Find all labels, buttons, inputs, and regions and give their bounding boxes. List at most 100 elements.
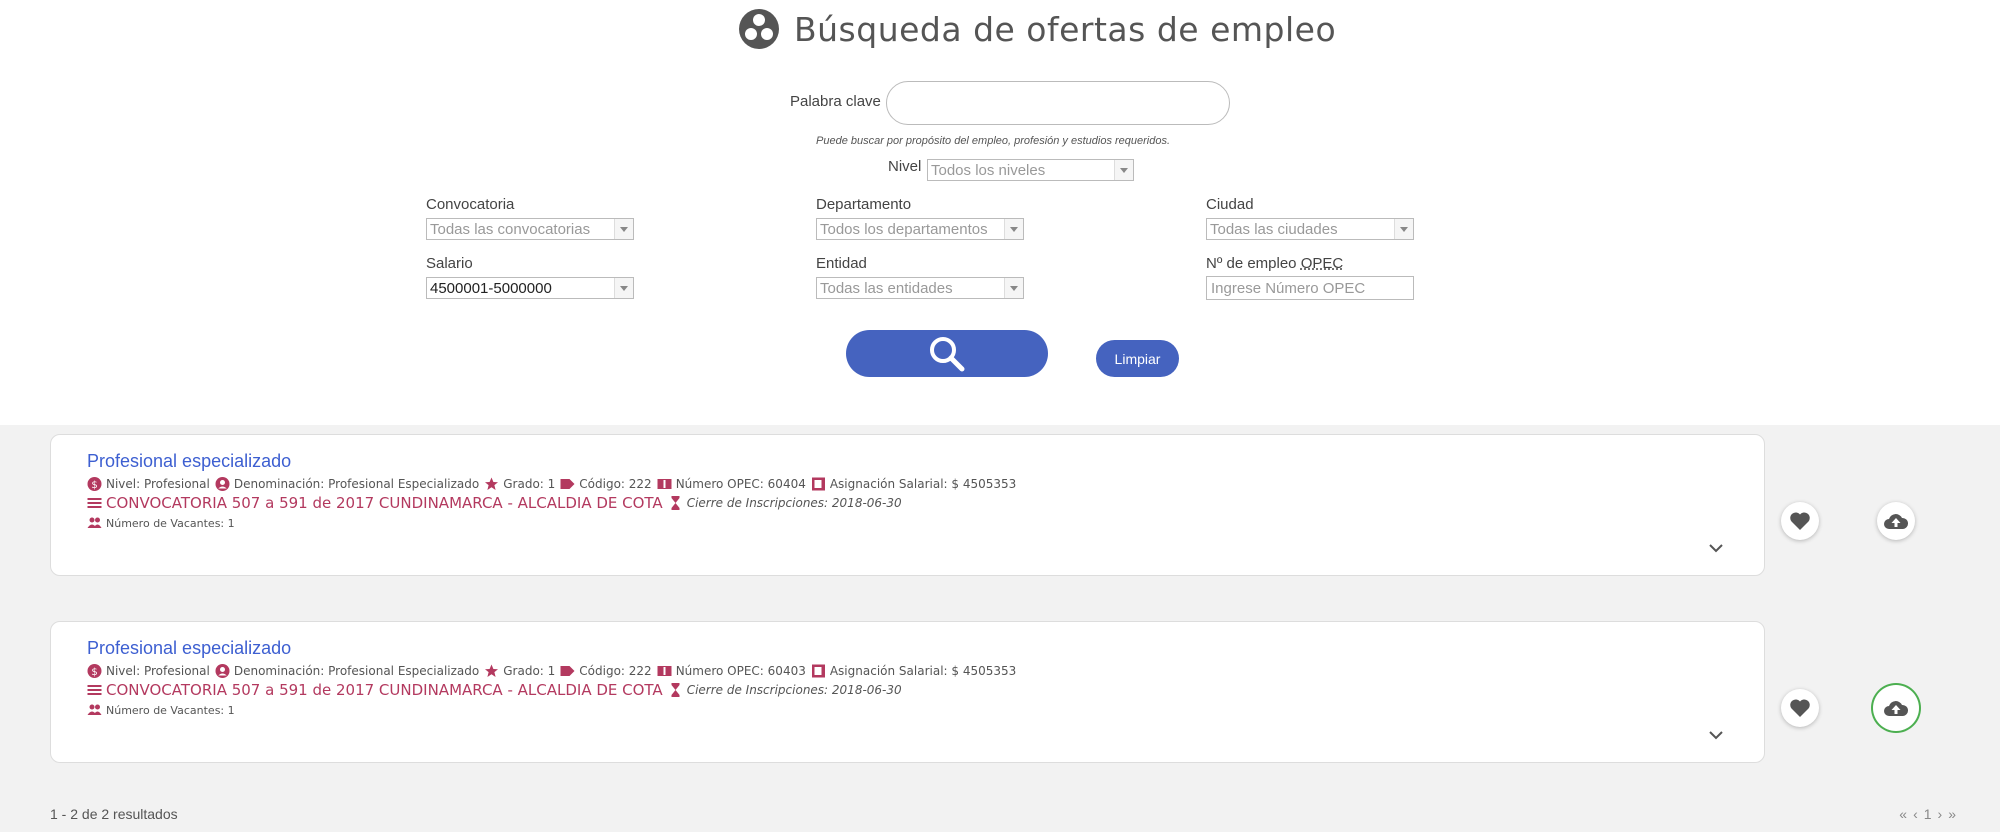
page-header: Búsqueda de ofertas de empleo	[0, 0, 2000, 60]
chevron-down-icon	[1394, 219, 1413, 239]
ciudad-select[interactable]: Todas las ciudades	[1206, 218, 1414, 240]
salario-select[interactable]: 4500001-5000000	[426, 277, 634, 299]
svg-text:$: $	[91, 480, 97, 491]
result-codigo: Código: 222	[579, 477, 652, 491]
result-details-line: $ Nivel: Profesional Denominación: Profe…	[87, 477, 1016, 491]
favorite-button[interactable]	[1781, 689, 1819, 727]
result-convocatoria-link[interactable]: CONVOCATORIA 507 a 591 de 2017 CUNDINAMA…	[106, 494, 663, 512]
cloud-upload-icon	[1884, 701, 1909, 716]
three-circles-icon	[739, 9, 779, 49]
nivel-icon: $	[87, 664, 102, 678]
money-icon	[811, 664, 825, 678]
star-icon	[485, 477, 499, 490]
money-icon	[811, 477, 825, 491]
chevron-down-icon	[1004, 219, 1023, 239]
hourglass-icon	[671, 683, 680, 697]
result-cierre: Cierre de Inscripciones: 2018-06-30	[686, 683, 902, 697]
result-cierre: Cierre de Inscripciones: 2018-06-30	[686, 496, 902, 510]
result-denominacion: Denominación: Profesional Especializado	[233, 477, 480, 491]
result-card: Profesional especializado $ Nivel: Profe…	[50, 434, 1765, 576]
result-denominacion: Denominación: Profesional Especializado	[233, 664, 480, 678]
search-icon	[930, 336, 965, 371]
entidad-select-value: Todas las entidades	[820, 280, 953, 297]
chevron-down-icon	[614, 278, 633, 298]
result-title-link[interactable]: Profesional especializado	[87, 638, 291, 659]
result-codigo: Código: 222	[579, 664, 652, 678]
chevron-down-icon	[614, 219, 633, 239]
list-icon	[87, 685, 102, 695]
nivel-icon: $	[87, 477, 102, 491]
results-area: Profesional especializado $ Nivel: Profe…	[0, 425, 2000, 832]
result-convocatoria-line: CONVOCATORIA 507 a 591 de 2017 CUNDINAMA…	[87, 681, 902, 699]
salario-label: Salario	[426, 255, 473, 272]
pager-prev[interactable]: ‹	[1913, 806, 1924, 822]
pager-next[interactable]: ›	[1938, 806, 1949, 822]
hourglass-icon	[671, 496, 680, 510]
favorite-button[interactable]	[1781, 502, 1819, 540]
limpiar-button[interactable]: Limpiar	[1096, 340, 1179, 377]
ticket-icon	[657, 666, 672, 676]
ticket-icon	[657, 479, 672, 489]
result-vacantes: Número de Vacantes: 1	[106, 703, 235, 717]
users-icon	[87, 704, 102, 715]
users-icon	[87, 517, 102, 528]
opec-label-abbr: OPEC	[1300, 255, 1344, 272]
departamento-select[interactable]: Todos los departamentos	[816, 218, 1024, 240]
pager-last[interactable]: »	[1948, 806, 1962, 822]
search-button[interactable]	[846, 330, 1048, 377]
departamento-select-value: Todos los departamentos	[820, 221, 988, 238]
user-circle-icon	[215, 664, 230, 678]
result-nivel: Nivel: Profesional	[106, 477, 210, 491]
results-count: 1 - 2 de 2 resultados	[50, 806, 178, 822]
list-icon	[87, 498, 102, 508]
result-nivel: Nivel: Profesional	[106, 664, 210, 678]
result-grado: Grado: 1	[503, 664, 556, 678]
result-vacantes-line: Número de Vacantes: 1	[87, 703, 235, 717]
heart-icon	[1790, 699, 1810, 717]
keyword-input[interactable]	[886, 81, 1230, 125]
svg-text:$: $	[91, 667, 97, 678]
result-asignacion: Asignación Salarial: $ 4505353	[829, 477, 1017, 491]
apply-upload-button[interactable]	[1877, 502, 1915, 540]
tag-icon	[560, 479, 575, 489]
salario-select-value: 4500001-5000000	[430, 280, 552, 297]
nivel-select[interactable]: Todos los niveles	[927, 159, 1134, 181]
result-asignacion: Asignación Salarial: $ 4505353	[829, 664, 1017, 678]
chevron-down-icon[interactable]	[1708, 730, 1724, 740]
convocatoria-select-value: Todas las convocatorias	[430, 221, 591, 238]
entidad-label: Entidad	[816, 255, 867, 272]
nivel-label: Nivel	[888, 158, 922, 175]
apply-upload-button[interactable]	[1877, 689, 1915, 727]
tag-icon	[560, 666, 575, 676]
pager-first[interactable]: «	[1899, 806, 1913, 822]
opec-input[interactable]: Ingrese Número OPEC	[1206, 276, 1414, 300]
user-circle-icon	[215, 477, 230, 491]
pagination: «‹1›»	[1899, 806, 1962, 822]
entidad-select[interactable]: Todas las entidades	[816, 277, 1024, 299]
chevron-down-icon	[1004, 278, 1023, 298]
result-convocatoria-link[interactable]: CONVOCATORIA 507 a 591 de 2017 CUNDINAMA…	[106, 681, 663, 699]
convocatoria-label: Convocatoria	[426, 196, 515, 213]
convocatoria-select[interactable]: Todas las convocatorias	[426, 218, 634, 240]
star-icon	[485, 664, 499, 677]
result-opec: Número OPEC: 60404	[675, 477, 806, 491]
chevron-down-icon	[1114, 160, 1133, 180]
cloud-upload-icon	[1884, 514, 1909, 529]
page-title: Búsqueda de ofertas de empleo	[794, 9, 1337, 49]
pager-page[interactable]: 1	[1924, 806, 1938, 822]
nivel-select-value: Todos los niveles	[931, 162, 1046, 179]
opec-label: Nº de empleo OPEC	[1206, 255, 1343, 272]
chevron-down-icon[interactable]	[1708, 543, 1724, 553]
opec-label-prefix: Nº de empleo	[1206, 255, 1301, 272]
result-title-link[interactable]: Profesional especializado	[87, 451, 291, 472]
result-card: Profesional especializado $ Nivel: Profe…	[50, 621, 1765, 763]
ciudad-select-value: Todas las ciudades	[1210, 221, 1338, 238]
result-convocatoria-line: CONVOCATORIA 507 a 591 de 2017 CUNDINAMA…	[87, 494, 902, 512]
ciudad-label: Ciudad	[1206, 196, 1254, 213]
title-wrap: Búsqueda de ofertas de empleo	[738, 8, 1336, 50]
result-grado: Grado: 1	[503, 477, 556, 491]
keyword-hint: Puede buscar por propósito del empleo, p…	[816, 135, 1171, 147]
keyword-label: Palabra clave	[790, 93, 881, 110]
result-vacantes: Número de Vacantes: 1	[106, 516, 235, 530]
result-vacantes-line: Número de Vacantes: 1	[87, 516, 235, 530]
